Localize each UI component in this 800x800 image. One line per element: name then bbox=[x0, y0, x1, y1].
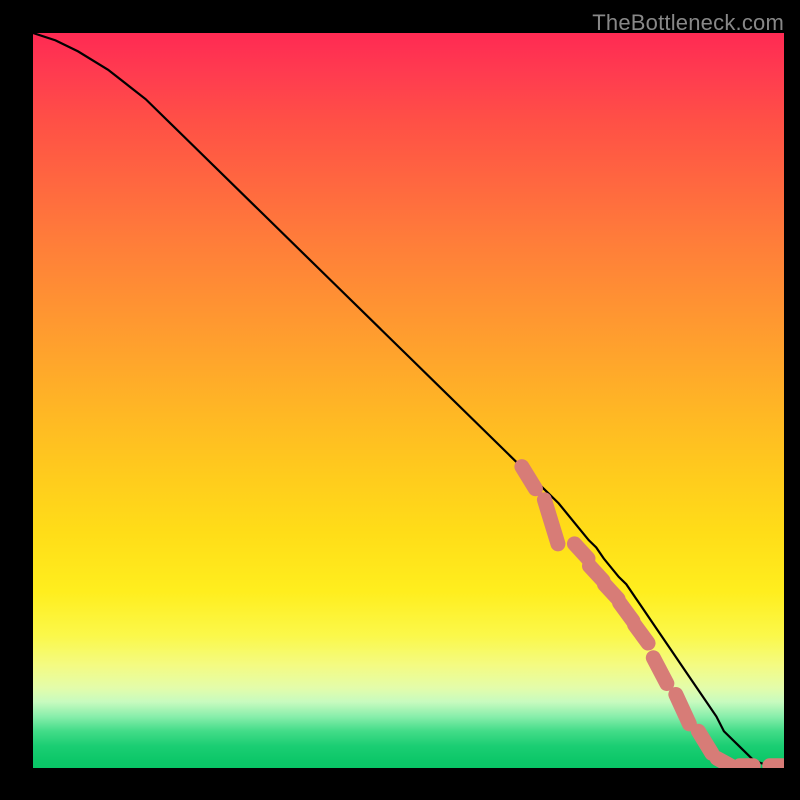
plot-area bbox=[33, 33, 784, 768]
data-marker bbox=[544, 500, 558, 544]
data-marker bbox=[676, 695, 690, 724]
data-marker bbox=[635, 625, 649, 643]
data-marker bbox=[717, 758, 731, 765]
chart-frame: TheBottleneck.com bbox=[0, 0, 800, 800]
data-marker bbox=[522, 467, 536, 489]
data-marker bbox=[574, 544, 588, 559]
data-marker bbox=[698, 731, 712, 753]
curve-line bbox=[33, 33, 784, 766]
chart-svg bbox=[33, 33, 784, 768]
markers-group bbox=[522, 467, 783, 766]
data-marker bbox=[653, 658, 667, 684]
